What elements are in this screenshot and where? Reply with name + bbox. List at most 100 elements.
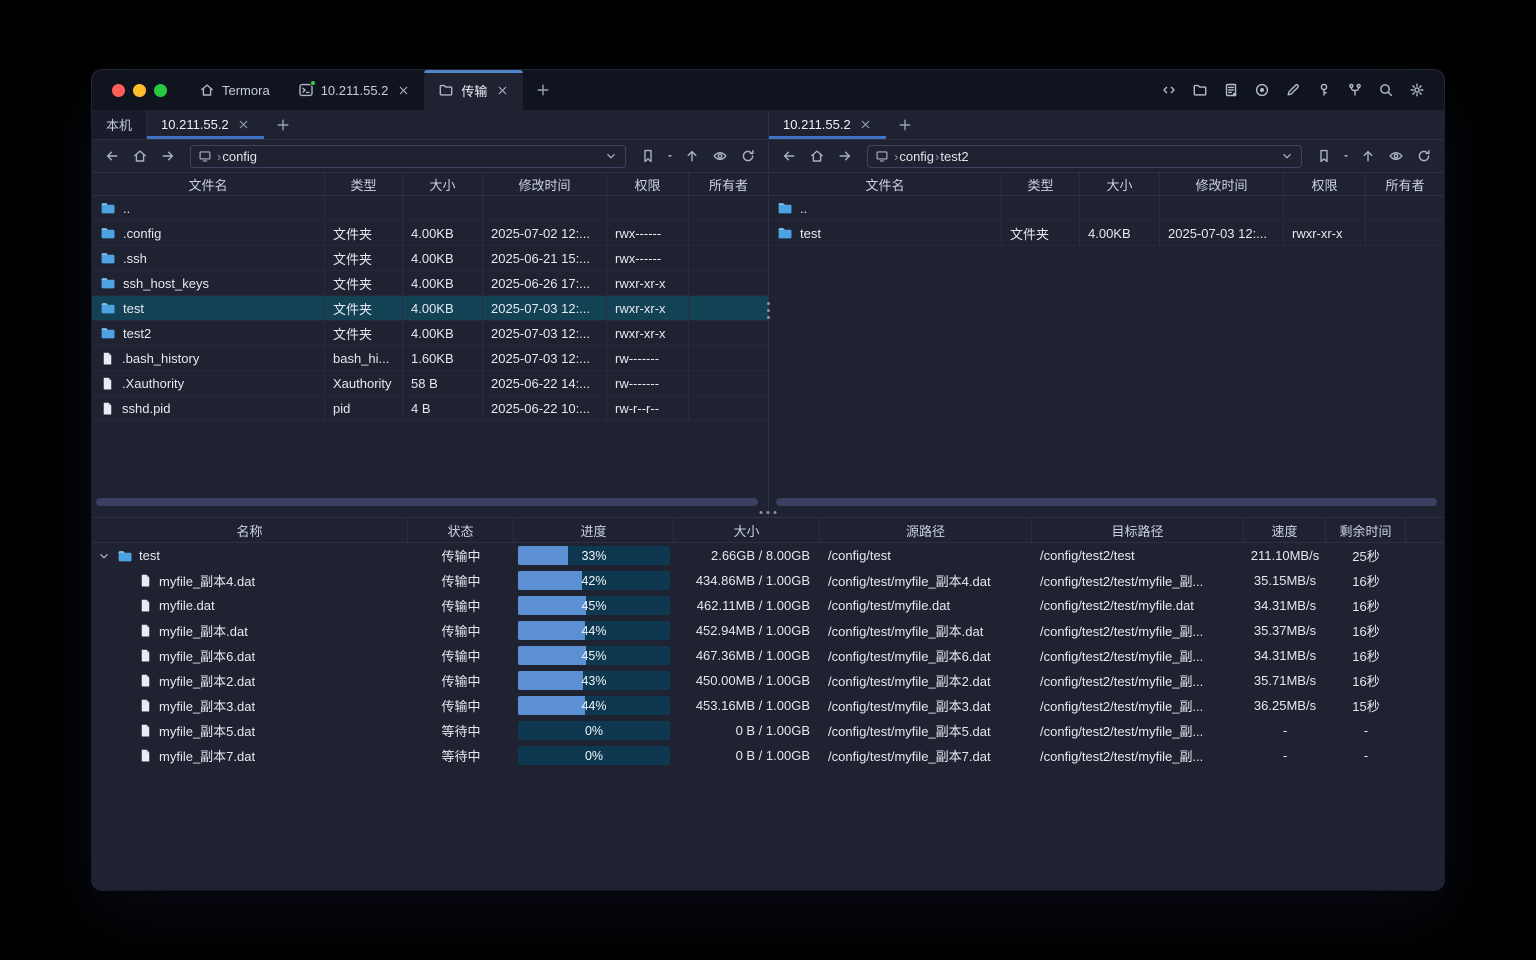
- eye-button[interactable]: [1384, 144, 1408, 168]
- log-icon[interactable]: [1222, 81, 1240, 99]
- column-header[interactable]: 源路径: [820, 518, 1032, 542]
- close-icon[interactable]: [237, 118, 250, 131]
- file-name: ssh_host_keys: [123, 276, 209, 291]
- transfer-row[interactable]: myfile_副本.dat 传输中 44% 452.94MB / 1.00GB …: [92, 618, 1444, 643]
- panel-tab-remote[interactable]: 10.211.55.2: [769, 110, 886, 139]
- column-header[interactable]: 进度: [514, 518, 674, 542]
- right-button[interactable]: [833, 144, 857, 168]
- column-header[interactable]: 大小: [403, 173, 483, 195]
- right-button[interactable]: [156, 144, 180, 168]
- horizontal-scrollbar[interactable]: [776, 498, 1437, 506]
- file-row[interactable]: ssh_host_keys 文件夹 4.00KB 2025-06-26 17:.…: [92, 271, 768, 296]
- collapse-chevron-icon[interactable]: [97, 549, 111, 563]
- column-header[interactable]: 所有者: [689, 173, 768, 195]
- folder-icon[interactable]: [1191, 81, 1209, 99]
- caret-down-button[interactable]: [664, 144, 676, 168]
- column-header[interactable]: 大小: [1080, 173, 1160, 195]
- column-header[interactable]: 状态: [408, 518, 514, 542]
- new-panel-tab-button[interactable]: [264, 110, 302, 139]
- caret-down-button[interactable]: [1340, 144, 1352, 168]
- breadcrumb-segment[interactable]: test2: [940, 149, 968, 164]
- file-row[interactable]: ..: [92, 196, 768, 221]
- home-button[interactable]: [128, 144, 152, 168]
- chevron-down-icon[interactable]: [1280, 149, 1294, 163]
- home-button[interactable]: [805, 144, 829, 168]
- transfer-row[interactable]: test 传输中 33% 2.66GB / 8.00GB /config/tes…: [92, 543, 1444, 568]
- transfer-row[interactable]: myfile_副本5.dat 等待中 0% 0 B / 1.00GB /conf…: [92, 718, 1444, 743]
- transfer-row[interactable]: myfile_副本4.dat 传输中 42% 434.86MB / 1.00GB…: [92, 568, 1444, 593]
- left-button[interactable]: [777, 144, 801, 168]
- column-header[interactable]: 权限: [607, 173, 689, 195]
- file-row[interactable]: test 文件夹 4.00KB 2025-07-03 12:... rwxr-x…: [769, 221, 1444, 246]
- bookmark-button[interactable]: [1312, 144, 1336, 168]
- column-header[interactable]: 剩余时间: [1326, 518, 1406, 542]
- eye-button[interactable]: [708, 144, 732, 168]
- transfer-row[interactable]: myfile.dat 传输中 45% 462.11MB / 1.00GB /co…: [92, 593, 1444, 618]
- arrow-up-button[interactable]: [1356, 144, 1380, 168]
- transfer-progress: 33%: [514, 543, 674, 568]
- tab-transfer[interactable]: 传输: [424, 70, 523, 110]
- breadcrumb-segment[interactable]: config: [899, 149, 934, 164]
- code-icon[interactable]: [1160, 81, 1178, 99]
- edit-icon[interactable]: [1284, 81, 1302, 99]
- file-size: 58 B: [403, 371, 483, 395]
- column-header[interactable]: 权限: [1284, 173, 1366, 195]
- file-row[interactable]: ..: [769, 196, 1444, 221]
- file-row[interactable]: test 文件夹 4.00KB 2025-07-03 12:... rwxr-x…: [92, 296, 768, 321]
- column-header[interactable]: 修改时间: [483, 173, 607, 195]
- panel-tab-remote[interactable]: 10.211.55.2: [147, 110, 264, 139]
- horizontal-scrollbar[interactable]: [96, 498, 758, 506]
- arrow-up-button[interactable]: [680, 144, 704, 168]
- close-icon[interactable]: [859, 118, 872, 131]
- key-icon[interactable]: [1315, 81, 1333, 99]
- vertical-splitter-handle[interactable]: [764, 302, 773, 319]
- refresh-button[interactable]: [1412, 144, 1436, 168]
- bookmark-button[interactable]: [636, 144, 660, 168]
- column-header[interactable]: 所有者: [1366, 173, 1444, 195]
- panel-tab-local[interactable]: 本机: [92, 110, 147, 139]
- column-header[interactable]: 目标路径: [1032, 518, 1244, 542]
- column-header[interactable]: 修改时间: [1160, 173, 1284, 195]
- close-window-button[interactable]: [112, 84, 125, 97]
- column-header[interactable]: 速度: [1244, 518, 1326, 542]
- minimize-window-button[interactable]: [133, 84, 146, 97]
- new-tab-button[interactable]: [523, 70, 563, 110]
- close-icon[interactable]: [397, 84, 410, 97]
- column-header[interactable]: 文件名: [769, 173, 1002, 195]
- column-header[interactable]: 类型: [325, 173, 403, 195]
- transfer-row[interactable]: myfile_副本6.dat 传输中 45% 467.36MB / 1.00GB…: [92, 643, 1444, 668]
- new-panel-tab-button[interactable]: [886, 110, 924, 139]
- file-row[interactable]: .Xauthority Xauthority 58 B 2025-06-22 1…: [92, 371, 768, 396]
- path-breadcrumb-input[interactable]: ›config: [190, 145, 626, 168]
- file-row[interactable]: .bash_history bash_hi... 1.60KB 2025-07-…: [92, 346, 768, 371]
- remote-file-panel: 10.211.55.2 ›config›test2 文件名类型大小修改时间权限所…: [768, 110, 1444, 517]
- transfer-row[interactable]: myfile_副本2.dat 传输中 43% 450.00MB / 1.00GB…: [92, 668, 1444, 693]
- tab-ssh-session[interactable]: 10.211.55.2: [284, 70, 425, 110]
- path-breadcrumb-input[interactable]: ›config›test2: [867, 145, 1302, 168]
- macro-icon[interactable]: [1346, 81, 1364, 99]
- horizontal-splitter-handle[interactable]: [760, 511, 777, 514]
- column-header[interactable]: 大小: [674, 518, 820, 542]
- search-icon[interactable]: [1377, 81, 1395, 99]
- refresh-button[interactable]: [736, 144, 760, 168]
- tab-label: 10.211.55.2: [321, 83, 389, 98]
- file-row[interactable]: .ssh 文件夹 4.00KB 2025-06-21 15:... rwx---…: [92, 246, 768, 271]
- transfer-name: myfile.dat: [159, 598, 215, 613]
- tab-label: 10.211.55.2: [161, 117, 229, 132]
- transfer-row[interactable]: myfile_副本3.dat 传输中 44% 453.16MB / 1.00GB…: [92, 693, 1444, 718]
- close-icon[interactable]: [496, 84, 509, 97]
- chevron-down-icon[interactable]: [604, 149, 618, 163]
- file-row[interactable]: .config 文件夹 4.00KB 2025-07-02 12:... rwx…: [92, 221, 768, 246]
- column-header[interactable]: 名称: [92, 518, 408, 542]
- transfer-row[interactable]: myfile_副本7.dat 等待中 0% 0 B / 1.00GB /conf…: [92, 743, 1444, 768]
- maximize-window-button[interactable]: [154, 84, 167, 97]
- file-row[interactable]: sshd.pid pid 4 B 2025-06-22 10:... rw-r-…: [92, 396, 768, 421]
- settings-icon[interactable]: [1408, 81, 1426, 99]
- left-button[interactable]: [100, 144, 124, 168]
- file-row[interactable]: test2 文件夹 4.00KB 2025-07-03 12:... rwxr-…: [92, 321, 768, 346]
- record-icon[interactable]: [1253, 81, 1271, 99]
- column-header[interactable]: 文件名: [92, 173, 325, 195]
- breadcrumb-segment[interactable]: config: [222, 149, 257, 164]
- column-header[interactable]: 类型: [1002, 173, 1080, 195]
- tab-home[interactable]: Termora: [185, 70, 284, 110]
